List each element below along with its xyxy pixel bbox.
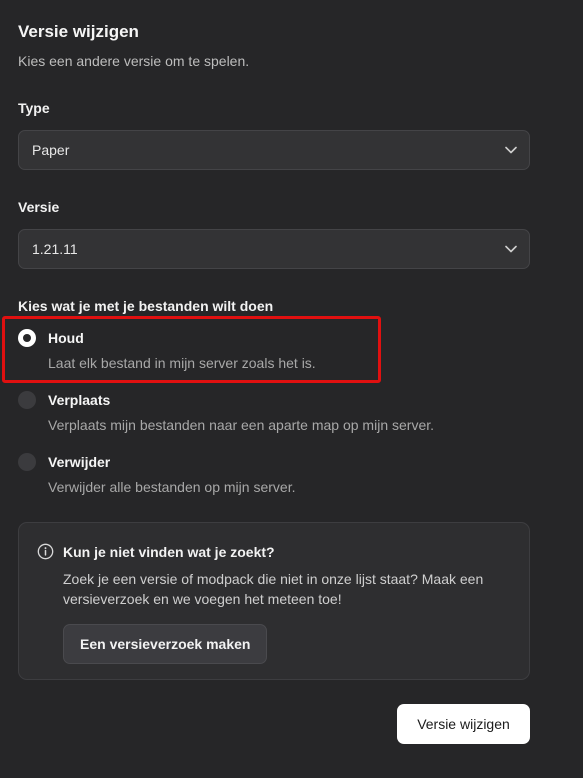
option-move[interactable]: Verplaats Verplaats mijn bestanden naar … xyxy=(18,391,530,433)
info-text: Zoek je een versie of modpack die niet i… xyxy=(63,571,484,607)
files-label: Kies wat je met je bestanden wilt doen xyxy=(18,298,274,314)
change-version-panel: Versie wijzigen Kies een andere versie o… xyxy=(0,0,583,778)
page-title: Versie wijzigen xyxy=(18,22,139,41)
info-header: Kun je niet vinden wat je zoekt? xyxy=(37,543,275,560)
type-label: Type xyxy=(18,100,50,116)
option-move-label: Verplaats xyxy=(48,392,111,408)
radio-move[interactable] xyxy=(18,391,36,409)
radio-delete[interactable] xyxy=(18,453,36,471)
selection-highlight xyxy=(2,316,381,383)
version-label: Versie xyxy=(18,199,60,215)
version-request-box: Kun je niet vinden wat je zoekt? Zoek je… xyxy=(18,522,530,680)
chevron-down-icon xyxy=(505,146,517,154)
type-select-value: Paper xyxy=(32,142,70,158)
type-select[interactable]: Paper xyxy=(18,130,530,170)
version-select[interactable]: 1.21.11 xyxy=(18,229,530,269)
info-icon xyxy=(37,543,63,560)
option-delete-description: Verwijder alle bestanden op mijn server. xyxy=(48,479,296,495)
page-subtitle: Kies een andere versie om te spelen. xyxy=(18,53,250,69)
option-delete-label: Verwijder xyxy=(48,454,111,470)
version-select-value: 1.21.11 xyxy=(32,241,78,257)
chevron-down-icon xyxy=(505,245,517,253)
change-version-button[interactable]: Versie wijzigen xyxy=(397,704,530,744)
info-title: Kun je niet vinden wat je zoekt? xyxy=(63,543,275,560)
version-request-button[interactable]: Een versieverzoek maken xyxy=(63,624,268,664)
option-move-description: Verplaats mijn bestanden naar een aparte… xyxy=(48,417,435,433)
option-delete[interactable]: Verwijder Verwijder alle bestanden op mi… xyxy=(18,453,530,495)
